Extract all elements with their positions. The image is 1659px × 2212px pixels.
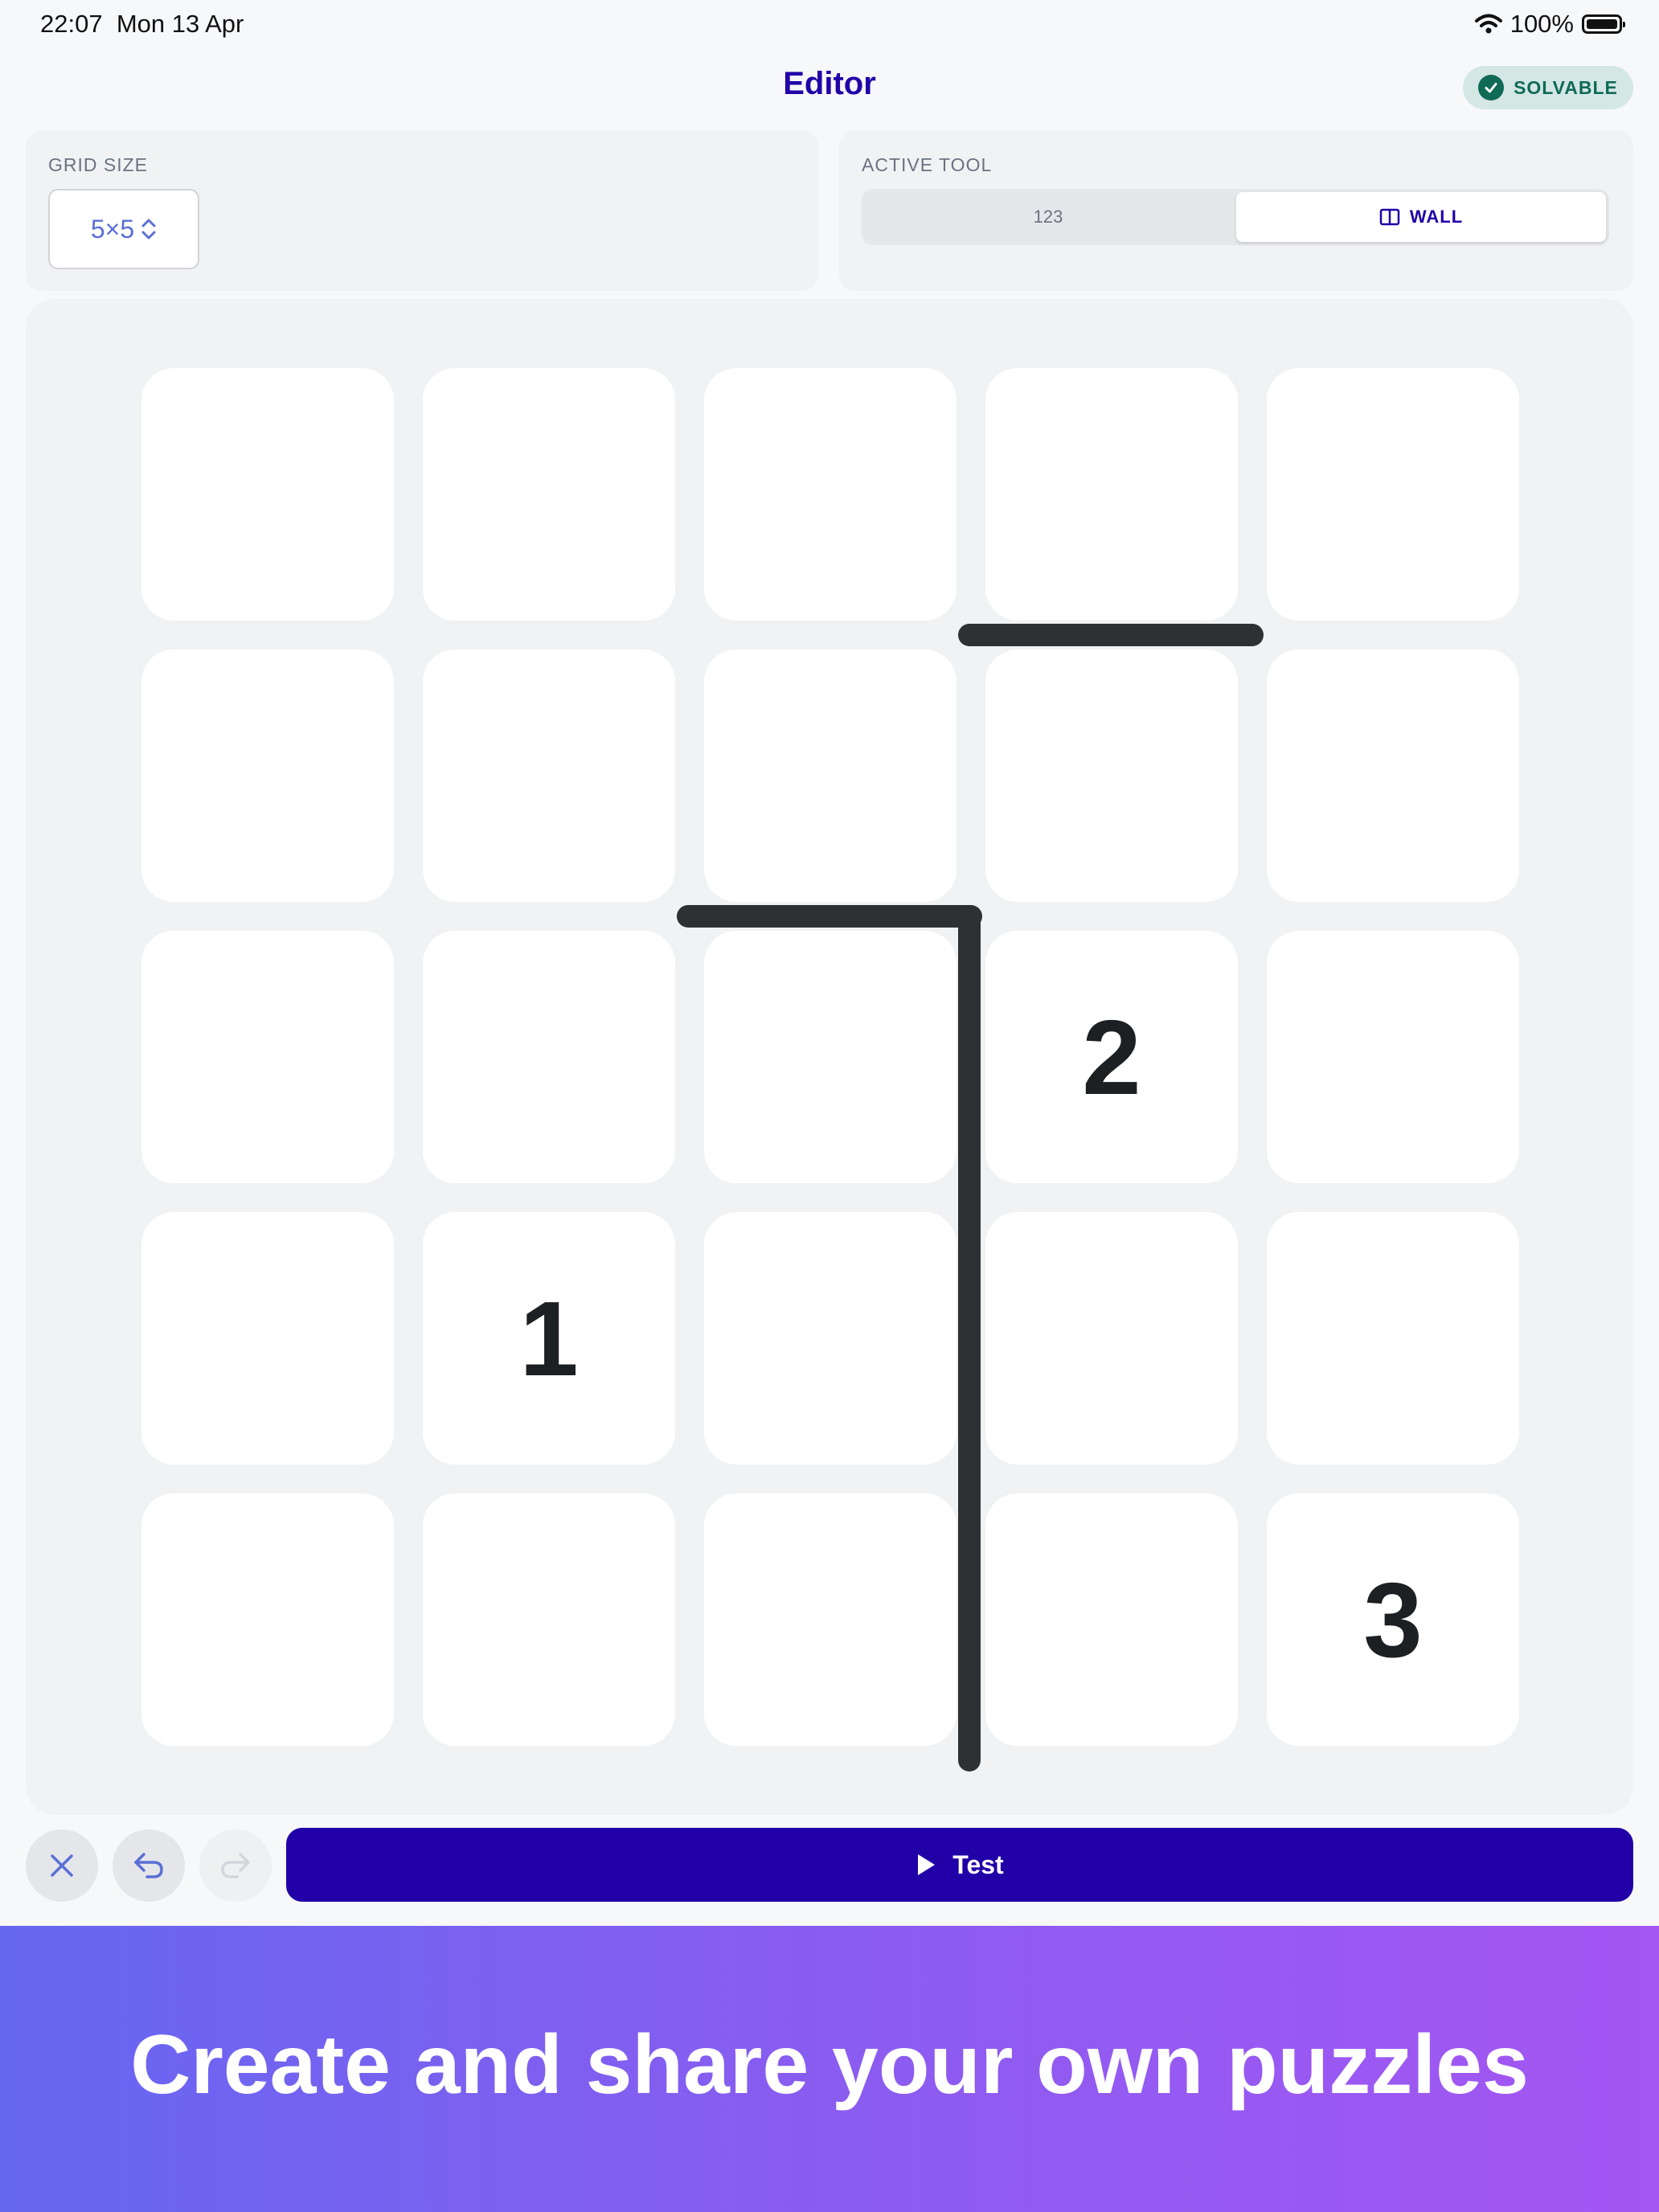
board-cell[interactable] — [704, 931, 956, 1183]
redo-button[interactable] — [199, 1829, 272, 1902]
page-title: Editor — [783, 66, 876, 101]
board-cell[interactable] — [985, 649, 1238, 902]
status-time: 22:07 Mon 13 Apr — [40, 10, 244, 39]
board-cell[interactable] — [985, 1212, 1238, 1464]
status-indicators: 100% — [1474, 10, 1625, 39]
board-cell[interactable]: 1 — [423, 1212, 675, 1464]
tool-option-wall-label: WALL — [1409, 207, 1464, 227]
close-icon — [51, 1854, 73, 1877]
undo-button[interactable] — [113, 1829, 185, 1902]
board-cell[interactable] — [141, 931, 394, 1183]
board-cell[interactable]: 3 — [1267, 1493, 1519, 1746]
battery-percent: 100% — [1509, 10, 1574, 38]
undo-icon — [134, 1853, 163, 1878]
checkmark-icon — [1478, 75, 1505, 100]
promo-banner: Create and share your own puzzles — [0, 1926, 1659, 2212]
board-cell[interactable] — [704, 649, 956, 902]
board-cell[interactable] — [423, 1493, 675, 1746]
status-date: Mon 13 Apr — [116, 10, 244, 38]
board-cell[interactable] — [1267, 1212, 1519, 1464]
solvable-badge: SOLVABLE — [1463, 66, 1633, 109]
wall-segment[interactable] — [677, 905, 982, 928]
board-cell[interactable] — [985, 1493, 1238, 1746]
clear-button[interactable] — [26, 1829, 98, 1902]
tool-option-wall[interactable]: WALL — [1236, 192, 1606, 242]
grid-size-label: GRID SIZE — [48, 154, 149, 175]
wall-segment[interactable] — [958, 905, 981, 1772]
wifi-icon — [1474, 14, 1502, 34]
test-button-label: Test — [952, 1849, 1004, 1879]
board-cell[interactable] — [141, 368, 394, 621]
battery-icon — [1582, 14, 1625, 34]
status-clock: 22:07 — [40, 10, 103, 38]
board-cell[interactable] — [704, 1212, 956, 1464]
active-tool-label: ACTIVE TOOL — [862, 154, 993, 175]
board-cell[interactable] — [141, 1212, 394, 1464]
board-cell[interactable] — [423, 931, 675, 1183]
board-cell[interactable] — [1267, 368, 1519, 621]
board-cell[interactable] — [985, 368, 1238, 621]
board-cell[interactable] — [141, 1493, 394, 1746]
board-cell[interactable] — [704, 368, 956, 621]
grid-size-picker[interactable]: 5×5 — [48, 189, 199, 269]
board-cell[interactable] — [423, 368, 675, 621]
wall-icon — [1379, 208, 1400, 226]
tool-option-numbers-label: 123 — [1033, 207, 1063, 227]
board-cell[interactable] — [1267, 931, 1519, 1183]
test-button[interactable]: Test — [286, 1828, 1633, 1902]
board-cell[interactable] — [423, 649, 675, 902]
promo-banner-text: Create and share your own puzzles — [130, 2017, 1529, 2112]
board-cell[interactable]: 2 — [985, 931, 1238, 1183]
grid-size-value: 5×5 — [90, 214, 135, 244]
board-cell[interactable] — [704, 1493, 956, 1746]
chevron-up-down-icon — [141, 219, 156, 240]
wall-segment[interactable] — [958, 624, 1264, 646]
board-cell[interactable] — [141, 649, 394, 902]
board-cell[interactable] — [1267, 649, 1519, 902]
play-icon — [918, 1854, 936, 1875]
redo-icon — [221, 1853, 250, 1878]
tool-option-numbers[interactable]: 123 — [862, 189, 1235, 245]
solvable-label: SOLVABLE — [1514, 76, 1618, 98]
